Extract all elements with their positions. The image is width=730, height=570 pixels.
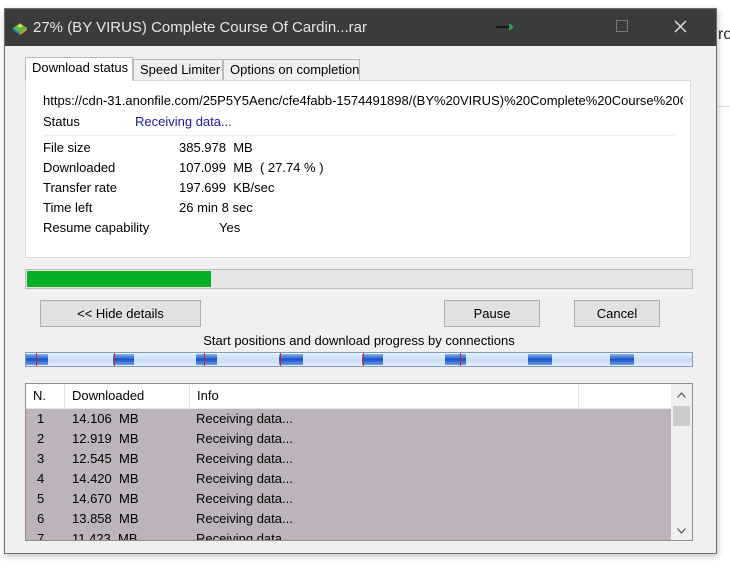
background-divider xyxy=(718,106,730,107)
downloaded-value: 107.099 MB ( 27.74 % ) xyxy=(179,160,324,175)
table-row[interactable]: 1 14.106 MB Receiving data... xyxy=(26,409,671,429)
connection-marker-2 xyxy=(114,353,115,366)
row-info: Receiving data... xyxy=(196,431,293,446)
row-number: 3 xyxy=(37,451,45,466)
connection-marker-1 xyxy=(36,353,37,366)
time-left-value: 26 min 8 sec xyxy=(179,200,253,215)
window-title: 27% (BY VIRUS) Complete Course Of Cardin… xyxy=(33,19,368,36)
row-number: 1 xyxy=(37,411,45,426)
connection-segment-8 xyxy=(610,354,634,365)
maximize-button[interactable] xyxy=(599,9,645,46)
row-number: 5 xyxy=(37,491,45,506)
connection-segment-1 xyxy=(26,354,48,365)
table-header: N. Downloaded Info xyxy=(26,384,671,409)
details-divider xyxy=(43,135,675,136)
download-progress-fill xyxy=(27,271,211,287)
table-row[interactable]: 4 14.420 MB Receiving data... xyxy=(26,469,671,489)
title-bar[interactable]: 27% (BY VIRUS) Complete Course Of Cardin… xyxy=(5,9,716,46)
connections-table: N. Downloaded Info 1 14.106 MB Receiving… xyxy=(25,383,693,541)
file-size-label: File size xyxy=(43,140,91,155)
column-header-info[interactable]: Info xyxy=(190,384,579,408)
table-row[interactable]: 6 13.858 MB Receiving data... xyxy=(26,509,671,529)
scroll-up-button[interactable] xyxy=(671,384,692,403)
chevron-down-icon xyxy=(677,522,686,537)
download-app-icon xyxy=(11,20,29,36)
connection-segment-2 xyxy=(113,354,134,365)
pause-button[interactable]: Pause xyxy=(444,300,540,327)
time-left-label: Time left xyxy=(43,200,93,215)
resume-capability-value: Yes xyxy=(219,220,241,235)
maximize-icon xyxy=(616,20,628,35)
resume-capability-label: Resume capability xyxy=(43,220,150,235)
chevron-up-icon xyxy=(677,386,686,401)
connection-marker-5 xyxy=(363,353,364,366)
transfer-rate-label: Transfer rate xyxy=(43,180,117,195)
file-size-value: 385.978 MB xyxy=(179,140,253,155)
connection-marker-3 xyxy=(204,353,205,366)
row-downloaded: 14.420 MB xyxy=(72,471,139,486)
row-info: Receiving data... xyxy=(196,451,293,466)
row-number: 4 xyxy=(37,471,45,486)
row-downloaded: 13.858 MB xyxy=(72,511,139,526)
row-downloaded: 14.106 MB xyxy=(72,411,139,426)
background-window xyxy=(718,0,730,570)
close-icon xyxy=(674,20,687,36)
table-row[interactable]: 7 11.423 MB Receiving data... xyxy=(26,529,671,541)
row-downloaded: 11.423 MB xyxy=(72,531,138,541)
minimize-button[interactable] xyxy=(483,9,529,46)
row-info: Receiving data... xyxy=(196,511,293,526)
table-row[interactable]: 2 12.919 MB Receiving data... xyxy=(26,429,671,449)
row-downloaded: 12.545 MB xyxy=(72,451,139,466)
tab-download-status[interactable]: Download status xyxy=(25,57,133,81)
connection-segment-3 xyxy=(196,354,217,365)
scrollbar-thumb[interactable] xyxy=(673,406,690,426)
row-info: Receiving data... xyxy=(196,411,293,426)
connections-progress-bar xyxy=(25,352,693,367)
table-scrollbar[interactable] xyxy=(671,384,692,540)
background-text: ro xyxy=(718,26,730,43)
downloaded-label: Downloaded xyxy=(43,160,116,175)
table-row[interactable]: 5 14.670 MB Receiving data... xyxy=(26,489,671,509)
row-info: Receiving data... xyxy=(196,471,293,486)
table-body: 1 14.106 MB Receiving data... 2 12.919 M… xyxy=(26,409,671,541)
download-progress-bar xyxy=(25,269,693,289)
table-row[interactable]: 3 12.545 MB Receiving data... xyxy=(26,449,671,469)
scroll-down-button[interactable] xyxy=(671,520,692,539)
cancel-button[interactable]: Cancel xyxy=(574,300,660,327)
minimize-icon xyxy=(494,20,518,35)
status-label: Status xyxy=(43,114,80,129)
connection-segment-6 xyxy=(445,354,466,365)
connection-marker-6 xyxy=(460,353,461,366)
row-number: 7 xyxy=(37,531,45,541)
connection-segment-4 xyxy=(279,354,303,365)
download-dialog: 27% (BY VIRUS) Complete Course Of Cardin… xyxy=(4,8,717,554)
download-url: https://cdn-31.anonfile.com/25P5Y5Aenc/c… xyxy=(43,93,683,108)
tab-speed-limiter[interactable]: Speed Limiter xyxy=(133,59,223,80)
column-header-number[interactable]: N. xyxy=(26,384,65,408)
row-info: Receiving data... xyxy=(196,531,293,541)
status-value: Receiving data... xyxy=(135,114,232,129)
connections-caption: Start positions and download progress by… xyxy=(203,333,515,348)
transfer-rate-value: 197.699 KB/sec xyxy=(179,180,275,195)
row-number: 6 xyxy=(37,511,45,526)
column-header-downloaded[interactable]: Downloaded xyxy=(65,384,190,408)
connection-segment-5 xyxy=(362,354,383,365)
row-info: Receiving data... xyxy=(196,491,293,506)
connection-marker-4 xyxy=(280,353,281,366)
row-downloaded: 14.670 MB xyxy=(72,491,139,506)
connection-segment-7 xyxy=(528,354,552,365)
row-number: 2 xyxy=(37,431,45,446)
hide-details-button[interactable]: << Hide details xyxy=(40,300,201,327)
close-button[interactable] xyxy=(657,9,703,46)
download-status-panel: https://cdn-31.anonfile.com/25P5Y5Aenc/c… xyxy=(25,80,691,258)
tab-options-on-completion[interactable]: Options on completion xyxy=(223,59,360,80)
row-downloaded: 12.919 MB xyxy=(72,431,139,446)
